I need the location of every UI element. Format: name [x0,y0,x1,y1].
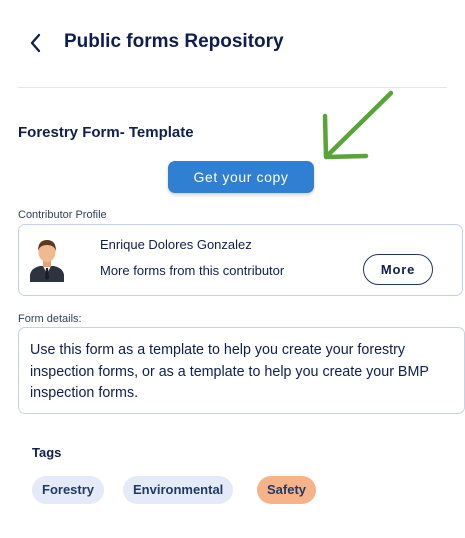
tag-environmental[interactable]: Environmental [123,476,234,504]
tag-forestry[interactable]: Forestry [32,476,105,504]
contributor-section-label: Contributor Profile [18,209,107,221]
form-title: Forestry Form- Template [18,124,194,141]
contributor-more-forms-text: More forms from this contributor [100,263,285,278]
arrow-down-left-icon [322,90,394,160]
page-title: Public forms Repository [64,31,284,52]
more-button[interactable]: More [363,254,433,285]
form-details-label: Form details: [18,313,82,325]
user-avatar-icon [30,240,64,282]
contributor-card: Enrique Dolores Gonzalez More forms from… [18,224,463,296]
tags-label: Tags [32,445,62,460]
get-copy-button[interactable]: Get your copy [168,161,314,193]
contributor-name: Enrique Dolores Gonzalez [100,237,252,252]
chevron-left-icon[interactable] [24,30,48,56]
app-header: Public forms Repository [0,0,465,88]
form-details-text: Use this form as a template to help you … [18,327,465,414]
tag-safety[interactable]: Safety [257,476,317,504]
